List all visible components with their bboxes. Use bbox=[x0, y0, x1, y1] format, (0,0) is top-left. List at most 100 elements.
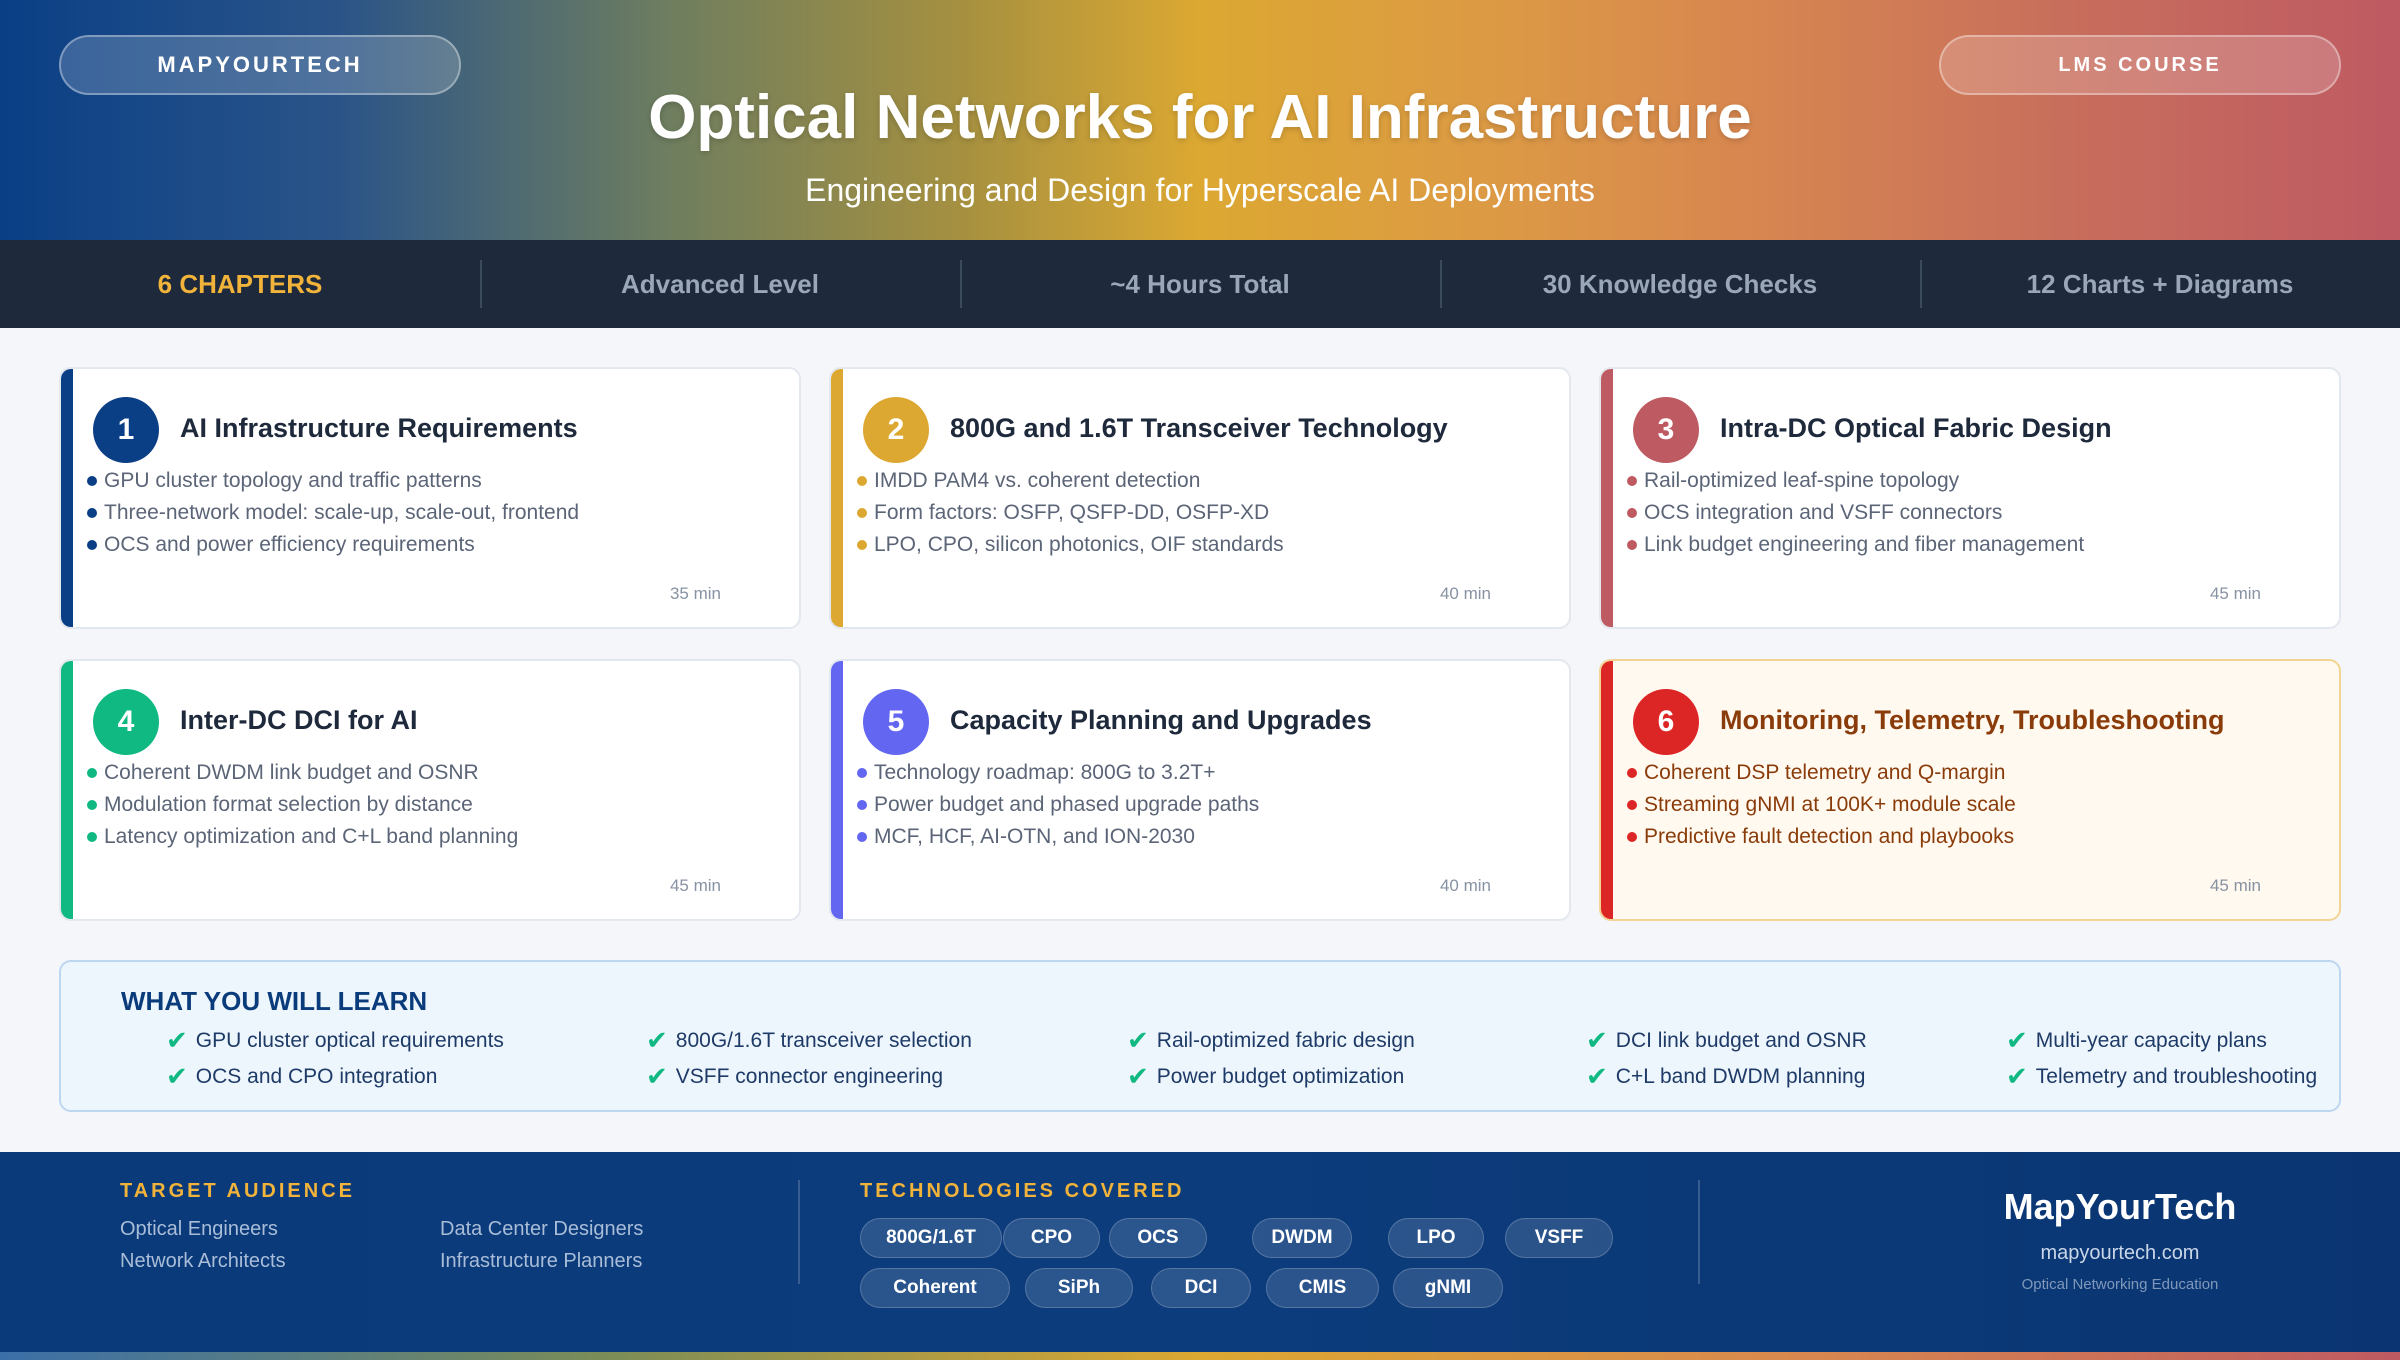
chapter-card[interactable]: 3 Intra-DC Optical Fabric Design Rail-opti… bbox=[1599, 367, 2341, 629]
chapter-topic: GPU cluster topology and traffic pattern… bbox=[87, 465, 579, 497]
bullet-dot-icon bbox=[857, 832, 867, 842]
chapter-topic: LPO, CPO, silicon photonics, OIF standar… bbox=[857, 529, 1284, 561]
chapter-accent-stripe bbox=[1601, 661, 1613, 919]
chapter-topic: Rail-optimized leaf-spine topology bbox=[1627, 465, 2084, 497]
page-subtitle: Engineering and Design for Hyperscale AI… bbox=[805, 172, 1595, 208]
technology-tag[interactable]: CPO bbox=[1003, 1218, 1100, 1258]
target-audience-label: TARGET AUDIENCE bbox=[120, 1180, 355, 1202]
chapter-topic: IMDD PAM4 vs. coherent detection bbox=[857, 465, 1284, 497]
chapter-topic-text: GPU cluster topology and traffic pattern… bbox=[104, 469, 482, 492]
learning-outcome-item: ✔ Power budget optimization bbox=[1127, 1061, 1404, 1092]
chapter-title[interactable]: AI Infrastructure Requirements bbox=[180, 413, 578, 444]
chapter-topic-text: Coherent DSP telemetry and Q-margin bbox=[1644, 761, 2006, 784]
technology-tag[interactable]: DWDM bbox=[1252, 1218, 1352, 1258]
chapter-topic: Form factors: OSFP, QSFP-DD, OSFP-XD bbox=[857, 497, 1284, 529]
learning-outcome-item: ✔ Multi-year capacity plans bbox=[2006, 1025, 2267, 1056]
learning-outcome-text: Rail-optimized fabric design bbox=[1156, 1028, 1415, 1052]
chapter-topic-text: Modulation format selection by distance bbox=[104, 793, 473, 816]
chapter-duration: 45 min bbox=[669, 876, 721, 895]
bullet-dot-icon bbox=[857, 476, 867, 486]
checkmark-icon: ✔ bbox=[1127, 1061, 1149, 1091]
chapter-card[interactable]: 1 AI Infrastructure Requirements GPU clust… bbox=[59, 367, 801, 629]
chapter-topic-text: Coherent DWDM link budget and OSNR bbox=[104, 761, 479, 784]
chapter-topic: Coherent DSP telemetry and Q-margin bbox=[1627, 757, 2016, 789]
technology-tag[interactable]: 800G/1.6T bbox=[860, 1218, 1002, 1258]
learning-outcome-item: ✔ DCI link budget and OSNR bbox=[1586, 1025, 1867, 1056]
audience-item: Data Center Designers bbox=[440, 1218, 644, 1240]
learning-outcome-item: ✔ Telemetry and troubleshooting bbox=[2006, 1061, 2317, 1092]
hero-banner: MAPYOURTECH LMS COURSE Optical Networks … bbox=[0, 0, 2400, 240]
chapter-topic-list: Coherent DSP telemetry and Q-margin Strea… bbox=[1627, 757, 2016, 853]
checkmark-icon: ✔ bbox=[1127, 1025, 1149, 1055]
learning-outcomes-box: WHAT YOU WILL LEARN ✔ GPU cluster optical… bbox=[59, 960, 2341, 1112]
chapter-number-badge: 5 bbox=[863, 689, 929, 755]
bullet-dot-icon bbox=[1627, 768, 1637, 778]
chapter-title[interactable]: Intra-DC Optical Fabric Design bbox=[1720, 413, 2112, 444]
chapter-accent-stripe bbox=[831, 661, 843, 919]
learning-outcome-text: Multi-year capacity plans bbox=[2035, 1028, 2267, 1052]
chapter-card[interactable]: 2 800G and 1.6T Transceiver Technology IMD… bbox=[829, 367, 1571, 629]
footer-brand-url[interactable]: mapyourtech.com bbox=[1900, 1242, 2340, 1265]
learning-outcome-item: ✔ VSFF connector engineering bbox=[646, 1061, 943, 1092]
bullet-dot-icon bbox=[87, 508, 97, 518]
chapter-topic-text: Form factors: OSFP, QSFP-DD, OSFP-XD bbox=[874, 501, 1270, 524]
chapter-accent-stripe bbox=[1601, 369, 1613, 627]
chapter-accent-stripe bbox=[831, 369, 843, 627]
audience-item: Network Architects bbox=[120, 1250, 286, 1272]
checkmark-icon: ✔ bbox=[646, 1025, 668, 1055]
bullet-dot-icon bbox=[857, 768, 867, 778]
chapter-card[interactable]: 5 Capacity Planning and Upgrades Technolog… bbox=[829, 659, 1571, 921]
technology-tag[interactable]: Coherent bbox=[860, 1268, 1010, 1308]
bullet-dot-icon bbox=[857, 800, 867, 810]
chapter-topic-text: Power budget and phased upgrade paths bbox=[874, 793, 1260, 816]
chapter-title[interactable]: 800G and 1.6T Transceiver Technology bbox=[950, 413, 1448, 444]
footer-divider bbox=[798, 1180, 800, 1284]
learning-outcome-item: ✔ GPU cluster optical requirements bbox=[166, 1025, 504, 1056]
chapter-topic-text: Link budget engineering and fiber manage… bbox=[1644, 533, 2085, 556]
bullet-dot-icon bbox=[87, 832, 97, 842]
chapter-topic-text: Predictive fault detection and playbooks bbox=[1644, 825, 2015, 848]
chapter-title[interactable]: Capacity Planning and Upgrades bbox=[950, 705, 1372, 736]
stat-duration: ~4 Hours Total bbox=[960, 240, 1440, 328]
footer-accent-bar bbox=[0, 1352, 2400, 1360]
learning-outcome-text: DCI link budget and OSNR bbox=[1615, 1028, 1867, 1052]
chapter-topic: Predictive fault detection and playbooks bbox=[1627, 821, 2016, 853]
chapter-card[interactable]: 6 Monitoring, Telemetry, Troubleshooting C… bbox=[1599, 659, 2341, 921]
chapter-card[interactable]: 4 Inter-DC DCI for AI Coherent DWDM link b… bbox=[59, 659, 801, 921]
chapter-number-badge: 4 bbox=[93, 689, 159, 755]
chapter-topic: Streaming gNMI at 100K+ module scale bbox=[1627, 789, 2016, 821]
learning-outcome-item: ✔ C+L band DWDM planning bbox=[1586, 1061, 1865, 1092]
chapter-topic-text: LPO, CPO, silicon photonics, OIF standar… bbox=[874, 533, 1284, 556]
chapter-number-badge: 1 bbox=[93, 397, 159, 463]
bullet-dot-icon bbox=[1627, 476, 1637, 486]
technology-tag[interactable]: DCI bbox=[1151, 1268, 1251, 1308]
technologies-label: TECHNOLOGIES COVERED bbox=[860, 1180, 1185, 1202]
audience-item: Optical Engineers bbox=[120, 1218, 278, 1240]
stat-level: Advanced Level bbox=[480, 240, 960, 328]
chapter-title[interactable]: Inter-DC DCI for AI bbox=[180, 705, 418, 736]
chapter-topic-text: Technology roadmap: 800G to 3.2T+ bbox=[874, 761, 1216, 784]
technology-tag[interactable]: LPO bbox=[1388, 1218, 1484, 1258]
chapter-topic-text: Streaming gNMI at 100K+ module scale bbox=[1644, 793, 2016, 816]
bullet-dot-icon bbox=[1627, 800, 1637, 810]
technology-tag[interactable]: CMIS bbox=[1266, 1268, 1379, 1308]
checkmark-icon: ✔ bbox=[646, 1061, 668, 1091]
chapter-topic-text: Latency optimization and C+L band planni… bbox=[104, 825, 519, 848]
chapter-topic-text: IMDD PAM4 vs. coherent detection bbox=[874, 469, 1201, 492]
footer-brand-tagline: Optical Networking Education bbox=[2021, 1276, 2219, 1293]
checkmark-icon: ✔ bbox=[2006, 1061, 2028, 1091]
technology-tag[interactable]: gNMI bbox=[1393, 1268, 1503, 1308]
chapter-title[interactable]: Monitoring, Telemetry, Troubleshooting bbox=[1720, 705, 2225, 736]
learning-outcome-item: ✔ 800G/1.6T transceiver selection bbox=[646, 1025, 972, 1056]
technology-tag[interactable]: SiPh bbox=[1025, 1268, 1133, 1308]
chapter-duration: 45 min bbox=[2209, 584, 2261, 603]
bullet-dot-icon bbox=[857, 540, 867, 550]
checkmark-icon: ✔ bbox=[166, 1061, 188, 1091]
technology-tag[interactable]: VSFF bbox=[1505, 1218, 1613, 1258]
chapter-topic-text: OCS and power efficiency requirements bbox=[104, 533, 475, 556]
chapter-topic-list: Coherent DWDM link budget and OSNR Modula… bbox=[87, 757, 518, 853]
checkmark-icon: ✔ bbox=[166, 1025, 188, 1055]
technology-tag[interactable]: OCS bbox=[1109, 1218, 1207, 1258]
checkmark-icon: ✔ bbox=[2006, 1025, 2028, 1055]
chapter-accent-stripe bbox=[61, 369, 73, 627]
